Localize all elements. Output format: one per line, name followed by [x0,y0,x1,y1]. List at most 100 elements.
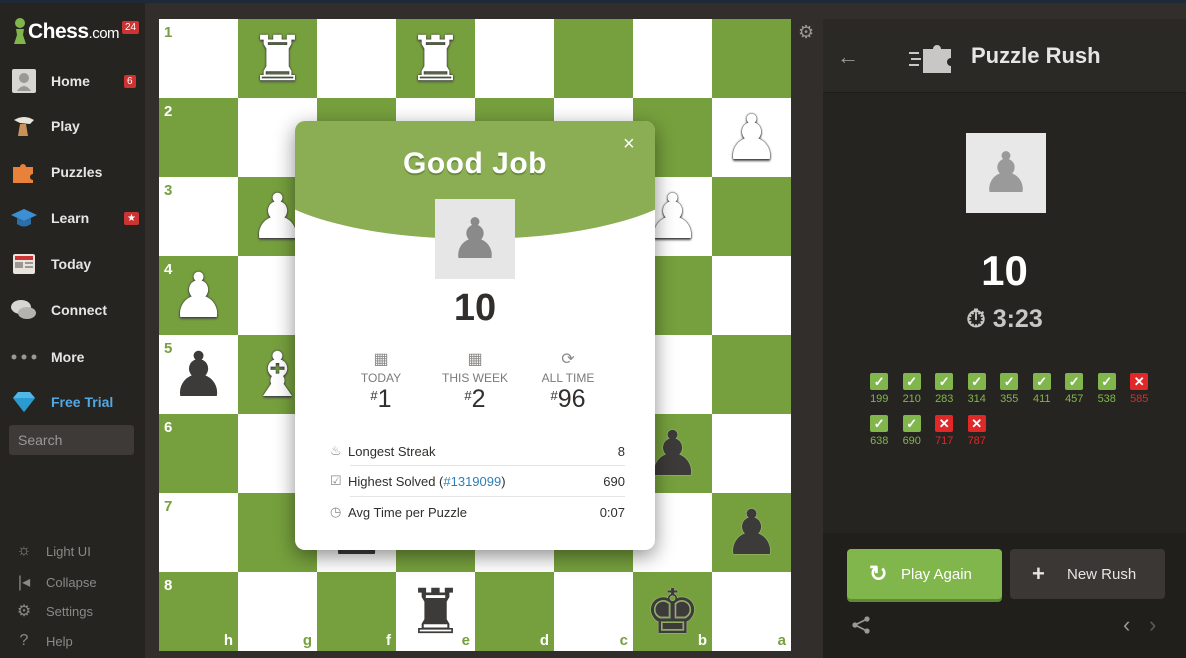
rank-label: 7 [164,498,173,515]
black-pawn-piece[interactable]: ♟ [159,335,238,414]
collapse-icon: |◂ [17,574,31,591]
black-rook-piece[interactable]: ♜ [396,572,475,651]
puzzle-link[interactable]: #1319099 [443,474,501,489]
board-square[interactable] [712,414,791,493]
board-square[interactable]: 2 [159,98,238,177]
board-square[interactable]: a [712,572,791,651]
sun-icon: ☼ [16,542,32,559]
play-again-label: Play Again [901,565,972,583]
check-icon: ✓ [902,415,921,432]
puzzle-rush-logo-icon [909,45,951,73]
result-solved[interactable]: ✓ 283 [928,373,961,415]
board-square[interactable]: 8h [159,572,238,651]
board-square[interactable]: e ♜ [396,572,475,651]
result-rating: 283 [935,393,954,405]
share-icon[interactable] [851,615,871,635]
board-square[interactable] [317,19,396,98]
light-ui-label: Light UI [46,543,91,559]
result-solved[interactable]: ✓ 411 [1026,373,1059,415]
board-settings-gear-icon[interactable]: ⚙ [798,22,814,43]
board-square[interactable]: d [475,572,554,651]
result-solved[interactable]: ✓ 690 [896,415,929,457]
panel-footer: ↻ Play Again + New Rush ‹ › [823,533,1186,658]
stopwatch-icon: ⏱ [966,305,986,333]
board-square[interactable]: ♜ [238,19,317,98]
board-square[interactable]: f [317,572,396,651]
sidebar-item-label: Connect [51,302,107,318]
board-square[interactable] [633,19,712,98]
board-square[interactable]: 7 [159,493,238,572]
result-solved[interactable]: ✓ 314 [961,373,994,415]
sidebar-item-home[interactable]: Home 6 [0,61,145,101]
row-label-end: ) [501,473,506,489]
sidebar-item-free-trial[interactable]: Free Trial [0,382,145,422]
result-solved[interactable]: ✓ 210 [896,373,929,415]
close-icon[interactable]: × [623,133,635,156]
board-square[interactable] [554,19,633,98]
white-rook-piece[interactable]: ♜ [238,19,317,98]
sidebar-item-puzzles[interactable]: Puzzles [0,152,145,192]
sidebar-item-connect[interactable]: Connect [0,290,145,330]
white-pawn-piece[interactable]: ♟ [159,256,238,335]
sidebar-item-more[interactable]: More [0,337,145,377]
board-square[interactable]: g [238,572,317,651]
search-input[interactable] [9,425,134,455]
board-square[interactable]: c [554,572,633,651]
rank-label: 3 [164,182,173,199]
white-rook-piece[interactable]: ♜ [396,19,475,98]
black-pawn-piece[interactable]: ♟ [712,493,791,572]
board-square[interactable]: ♟ [712,98,791,177]
black-king-piece[interactable]: ♚ [633,572,712,651]
flame-icon: ♨ [330,443,342,458]
board-square[interactable]: 6 [159,414,238,493]
result-failed[interactable]: ✕ 787 [961,415,994,457]
new-rush-label: New Rush [1067,565,1137,583]
back-arrow-icon[interactable]: ← [837,44,859,70]
result-failed[interactable]: ✕ 585 [1123,373,1156,415]
board-square[interactable]: 1 [159,19,238,98]
board-square[interactable] [712,256,791,335]
result-rating: 355 [1000,393,1019,405]
play-again-button[interactable]: ↻ Play Again [847,549,1002,599]
collapse-button[interactable]: |◂ Collapse [14,572,97,592]
result-solved[interactable]: ✓ 199 [863,373,896,415]
board-square[interactable] [712,177,791,256]
longest-streak-row: ♨ Longest Streak 8 [330,436,625,466]
board-square[interactable]: ♜ [396,19,475,98]
board-square[interactable]: ♟ [712,493,791,572]
next-arrow-icon[interactable]: › [1149,612,1156,638]
sidebar-item-play[interactable]: Play [0,106,145,146]
check-icon: ✓ [1032,373,1051,390]
chess-logo[interactable]: Chess.com [12,17,120,47]
board-square[interactable]: 5 ♟ [159,335,238,414]
sidebar-item-learn[interactable]: Learn ★ [0,198,145,238]
white-pawn-piece[interactable]: ♟ [712,98,791,177]
result-rating: 314 [967,393,986,405]
light-ui-toggle[interactable]: ☼ Light UI [14,542,91,560]
check-icon: ✓ [1097,373,1116,390]
sidebar-item-today[interactable]: Today [0,244,145,284]
collapse-label: Collapse [46,574,97,590]
result-solved[interactable]: ✓ 457 [1058,373,1091,415]
board-square[interactable] [712,19,791,98]
file-label: d [539,632,549,649]
new-rush-button[interactable]: + New Rush [1010,549,1165,599]
puzzle-rush-panel: ← Puzzle Rush ♟ 10 ⏱ 3:23 ✓ 199 ✓ 210 ✓ 283 ✓ 3… [823,19,1186,658]
settings-link[interactable]: ⚙ Settings [14,601,93,621]
board-square[interactable]: 3 [159,177,238,256]
board-square[interactable] [475,19,554,98]
board-square[interactable]: 4 ♟ [159,256,238,335]
result-solved[interactable]: ✓ 638 [863,415,896,457]
result-solved[interactable]: ✓ 355 [993,373,1026,415]
previous-arrow-icon[interactable]: ‹ [1123,612,1130,638]
highest-solved-row: ☑ Highest Solved (#1319099) 690 [330,466,625,496]
newspaper-icon [13,254,35,274]
board-square[interactable]: b ♚ [633,572,712,651]
board-square[interactable] [712,335,791,414]
notification-badge[interactable]: 24 [122,21,140,34]
result-solved[interactable]: ✓ 538 [1091,373,1124,415]
result-failed[interactable]: ✕ 717 [928,415,961,457]
row-value: 690 [603,473,625,489]
rank-hash: # [370,388,378,403]
help-link[interactable]: ? Help [14,632,73,650]
